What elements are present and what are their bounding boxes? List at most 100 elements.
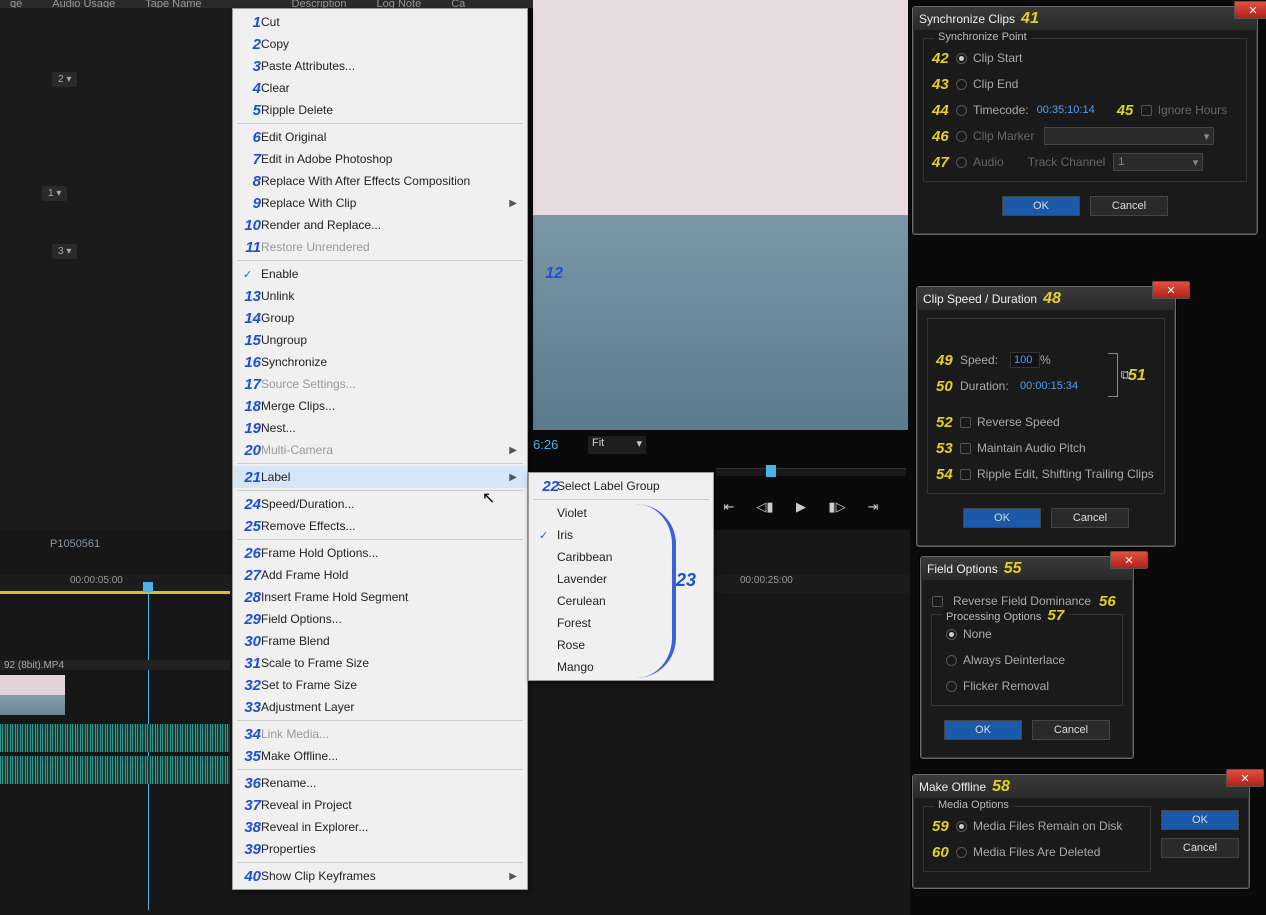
menu-item[interactable]: 30Frame Blend [233, 630, 527, 652]
label-color-item[interactable]: Mango [529, 656, 713, 678]
menu-item[interactable]: 40Show Clip Keyframes▶ [233, 865, 527, 887]
ok-button[interactable]: OK [1002, 196, 1080, 216]
playhead-time: 6:26 [533, 437, 558, 452]
close-icon[interactable]: ✕ [1226, 769, 1264, 787]
seq-marker[interactable]: 3 ▾ [52, 244, 77, 259]
menu-item[interactable]: 16Synchronize [233, 351, 527, 373]
radio-clip-start[interactable] [956, 53, 967, 64]
transport-controls: ⇤ ◁▮ ▶ ▮▷ ⇥ [720, 498, 882, 516]
menu-item[interactable]: 32Set to Frame Size [233, 674, 527, 696]
menu-item[interactable]: ✓Enable12 [233, 263, 527, 285]
menu-item[interactable]: 31Scale to Frame Size [233, 652, 527, 674]
menu-item[interactable]: 13Unlink [233, 285, 527, 307]
video-track-label: 92 (8bit).MP4 [0, 660, 230, 670]
scrubber-playhead[interactable] [766, 465, 776, 477]
program-scrubber[interactable] [716, 468, 906, 476]
play-icon[interactable]: ▶ [792, 498, 810, 516]
menu-item[interactable]: 21Label▶ [233, 466, 527, 488]
menu-item[interactable]: 22Select Label Group [529, 475, 713, 497]
menu-item[interactable]: 25Remove Effects... [233, 515, 527, 537]
step-fwd-icon[interactable]: ▮▷ [828, 498, 846, 516]
menu-item[interactable]: 38Reveal in Explorer... [233, 816, 527, 838]
cancel-button[interactable]: Cancel [1051, 508, 1129, 528]
menu-item[interactable]: 3Paste Attributes... [233, 55, 527, 77]
step-back-icon[interactable]: ◁▮ [756, 498, 774, 516]
cancel-button[interactable]: Cancel [1090, 196, 1168, 216]
check-maintain-pitch[interactable] [960, 443, 971, 454]
menu-item[interactable]: 27Add Frame Hold [233, 564, 527, 586]
menu-item[interactable]: 14Group [233, 307, 527, 329]
menu-item[interactable]: 10Render and Replace... [233, 214, 527, 236]
close-icon[interactable]: ✕ [1152, 281, 1190, 299]
audio-track-2[interactable] [0, 756, 230, 784]
cancel-button[interactable]: Cancel [1161, 838, 1239, 858]
check-ignore-hours[interactable] [1141, 105, 1152, 116]
menu-item[interactable]: 6Edit Original [233, 126, 527, 148]
cancel-button[interactable]: Cancel [1032, 720, 1110, 740]
radio-deleted[interactable] [956, 847, 967, 858]
project-columns: ge Audio Usage Tape Name Description Log… [0, 0, 533, 8]
dialog-titlebar[interactable]: Clip Speed / Duration48 ✕ [917, 287, 1175, 310]
menu-item[interactable]: 19Nest... [233, 417, 527, 439]
label-color-item[interactable]: Forest [529, 612, 713, 634]
clip-thumbnail[interactable] [0, 675, 65, 715]
seq-marker[interactable]: 1 ▾ [42, 186, 67, 201]
speed-input[interactable] [1010, 352, 1040, 368]
menu-item[interactable]: 9Replace With Clip▶ [233, 192, 527, 214]
menu-item[interactable]: 26Frame Hold Options... [233, 542, 527, 564]
menu-item[interactable]: 7Edit in Adobe Photoshop [233, 148, 527, 170]
dialog-titlebar[interactable]: Synchronize Clips41 ✕ [913, 7, 1257, 30]
link-icon[interactable] [1108, 353, 1118, 397]
label-color-item[interactable]: Cerulean [529, 590, 713, 612]
close-icon[interactable]: ✕ [1234, 1, 1266, 19]
menu-item[interactable]: 36Rename... [233, 772, 527, 794]
menu-item[interactable]: 18Merge Clips... [233, 395, 527, 417]
radio-none[interactable] [946, 629, 957, 640]
menu-item[interactable]: 28Insert Frame Hold Segment [233, 586, 527, 608]
menu-item[interactable]: 8Replace With After Effects Composition [233, 170, 527, 192]
chain-icon[interactable]: ⧉ [1121, 367, 1130, 383]
check-reverse-dominance[interactable] [932, 596, 943, 607]
menu-item[interactable]: 2Copy [233, 33, 527, 55]
field-options-dialog: Field Options55 ✕ Reverse Field Dominanc… [920, 556, 1134, 759]
label-color-item[interactable]: ✓Iris [529, 524, 713, 546]
radio-audio [956, 157, 967, 168]
ok-button[interactable]: OK [1161, 810, 1239, 830]
label-color-item[interactable]: Violet [529, 502, 713, 524]
mark-out-icon[interactable]: ⇥ [864, 498, 882, 516]
seq-marker[interactable]: 2 ▾ [52, 72, 77, 87]
dialog-titlebar[interactable]: Make Offline58 ✕ [913, 775, 1249, 798]
menu-item[interactable]: 5Ripple Delete [233, 99, 527, 121]
radio-deinterlace[interactable] [946, 655, 957, 666]
menu-item[interactable]: 35Make Offline... [233, 745, 527, 767]
radio-remain[interactable] [956, 821, 967, 832]
menu-item[interactable]: 33Adjustment Layer [233, 696, 527, 718]
label-color-item[interactable]: Caribbean [529, 546, 713, 568]
radio-timecode[interactable] [956, 105, 967, 116]
check-ripple-edit[interactable] [960, 469, 971, 480]
label-color-item[interactable]: Rose [529, 634, 713, 656]
annotation-number: 23 [676, 570, 696, 591]
clip-context-menu: 1Cut2Copy3Paste Attributes...4Clear5Ripp… [232, 8, 528, 890]
dialog-titlebar[interactable]: Field Options55 ✕ [921, 557, 1133, 580]
annotation-brace [636, 504, 676, 678]
ok-button[interactable]: OK [944, 720, 1022, 740]
menu-item[interactable]: 29Field Options... [233, 608, 527, 630]
duration-value[interactable]: 00:00:15:34 [1020, 380, 1078, 392]
check-reverse-speed[interactable] [960, 417, 971, 428]
menu-item[interactable]: 15Ungroup [233, 329, 527, 351]
menu-item[interactable]: 39Properties [233, 838, 527, 860]
ok-button[interactable]: OK [963, 508, 1041, 528]
menu-item[interactable]: 1Cut [233, 11, 527, 33]
radio-flicker[interactable] [946, 681, 957, 692]
mark-in-icon[interactable]: ⇤ [720, 498, 738, 516]
menu-item[interactable]: 37Reveal in Project [233, 794, 527, 816]
audio-track-1[interactable] [0, 724, 230, 752]
render-bar [0, 591, 230, 594]
radio-clip-end[interactable] [956, 79, 967, 90]
zoom-fit-select[interactable]: Fit ▾ [588, 436, 646, 454]
menu-item[interactable]: 4Clear [233, 77, 527, 99]
timecode-value[interactable]: 00:35:10:14 [1037, 104, 1095, 116]
sequence-name[interactable]: P1050561 [0, 538, 230, 554]
close-icon[interactable]: ✕ [1110, 551, 1148, 569]
